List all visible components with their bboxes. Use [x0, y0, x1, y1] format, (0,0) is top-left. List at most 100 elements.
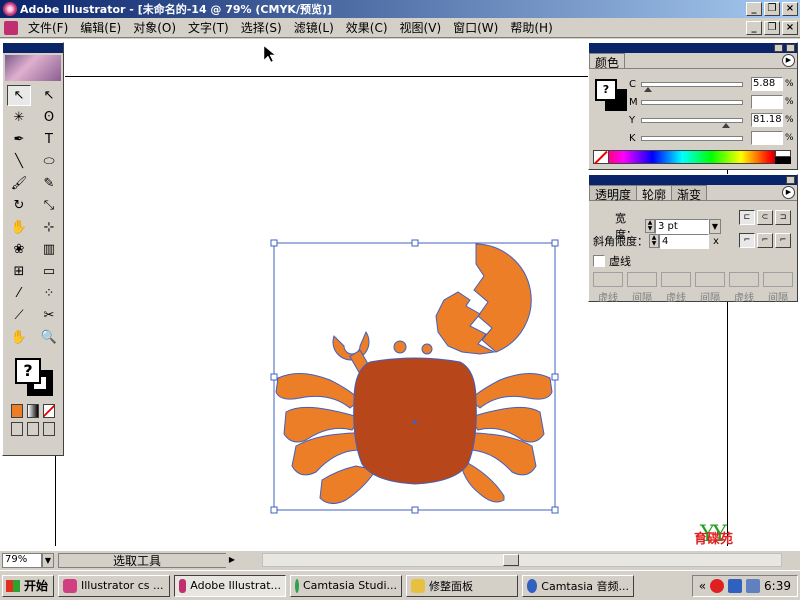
- column-graph-tool[interactable]: ▥: [37, 239, 61, 260]
- gradient-tool[interactable]: ▭: [37, 261, 61, 282]
- slice-tool[interactable]: ⟋: [7, 305, 31, 326]
- panel-menu-icon[interactable]: ▶: [782, 54, 795, 67]
- standard-screen-mode-button[interactable]: [11, 422, 23, 436]
- channel-y-value[interactable]: 81.18: [751, 113, 783, 127]
- record-icon[interactable]: [710, 578, 725, 593]
- leg-left-4: [319, 465, 377, 504]
- stroke-weight-dropdown[interactable]: ▼: [709, 218, 721, 234]
- tab-gradient[interactable]: 渐变: [671, 185, 708, 202]
- color-mode-button[interactable]: [11, 404, 23, 418]
- blend-tool[interactable]: ⁘: [37, 283, 61, 304]
- hand-tool[interactable]: ✋: [7, 327, 31, 348]
- monitor-icon[interactable]: [746, 578, 761, 593]
- stroke-panel-menu-icon[interactable]: ▶: [782, 186, 795, 199]
- scale-tool[interactable]: ⤡: [37, 195, 61, 216]
- bevel-join-button[interactable]: ⌐: [775, 233, 791, 248]
- channel-k-slider[interactable]: [641, 135, 743, 141]
- channel-c-value[interactable]: 5.88: [751, 77, 783, 91]
- toolbox-title-bar[interactable]: [3, 43, 63, 53]
- channel-m-slider[interactable]: [641, 99, 743, 105]
- stroke-panel-title-bar[interactable]: [589, 175, 797, 185]
- fill-swatch[interactable]: ?: [15, 358, 41, 384]
- paintbrush-tool[interactable]: 🖌: [7, 173, 31, 194]
- leg-right-1: [469, 373, 553, 409]
- gap-2-label: 间隔: [700, 293, 720, 304]
- stroke-weight-input[interactable]: 3 pt: [655, 218, 709, 234]
- ellipse-tool[interactable]: ⬭: [37, 151, 61, 172]
- taskbar-button-camtasia-studio[interactable]: Camtasia Studi...: [290, 574, 402, 597]
- pen-tool[interactable]: ✒: [7, 129, 31, 150]
- butt-cap-button[interactable]: ⊏: [739, 210, 755, 225]
- clock[interactable]: 6:39: [764, 579, 791, 593]
- taskbar-button-adobe-illustrator[interactable]: Adobe Illustrat...: [174, 574, 286, 597]
- zoom-tool[interactable]: 🔍: [37, 327, 61, 348]
- type-tool[interactable]: T: [37, 129, 61, 150]
- channel-m-value[interactable]: [751, 95, 783, 109]
- color-panel-title-bar[interactable]: [589, 43, 797, 53]
- projecting-cap-button[interactable]: ⊐: [775, 210, 791, 225]
- gap-2-input[interactable]: [695, 272, 725, 287]
- folder-icon: [63, 578, 77, 593]
- panel-minimize-button[interactable]: [774, 44, 783, 52]
- stroke-panel-close-button[interactable]: [786, 176, 795, 184]
- panel-close-button[interactable]: [786, 44, 795, 52]
- full-screen-mode-button[interactable]: [43, 422, 55, 436]
- start-button[interactable]: 开始: [2, 574, 54, 597]
- round-cap-button[interactable]: ⊂: [757, 210, 773, 225]
- cap-buttons: ⊏ ⊂ ⊐: [739, 210, 791, 225]
- channel-k-value[interactable]: [751, 131, 783, 145]
- white-color-swatch[interactable]: [775, 150, 791, 157]
- full-screen-menu-mode-button[interactable]: [27, 422, 39, 436]
- black-color-swatch[interactable]: [775, 157, 791, 164]
- zoom-field[interactable]: 79%: [2, 552, 42, 568]
- lasso-tool[interactable]: ʘ: [37, 107, 61, 128]
- none-color-swatch[interactable]: [593, 150, 609, 164]
- rotate-tool[interactable]: ↻: [7, 195, 31, 216]
- gradient-mode-button[interactable]: [27, 404, 39, 418]
- tab-color[interactable]: 颜色: [589, 53, 626, 70]
- zoom-dropdown[interactable]: ▼: [42, 552, 54, 568]
- free-transform-tool[interactable]: ⊹: [37, 217, 61, 238]
- taskbar-button-trim-panel[interactable]: 修整面板: [406, 574, 518, 597]
- magic-wand-tool[interactable]: ✳: [7, 107, 31, 128]
- dash-3-input[interactable]: [729, 272, 759, 287]
- color-fill-swatch[interactable]: ?: [595, 79, 617, 101]
- channel-y-knob[interactable]: [722, 122, 730, 128]
- none-mode-button[interactable]: [43, 404, 55, 418]
- gap-3-input[interactable]: [763, 272, 793, 287]
- color-spectrum-bar[interactable]: [593, 150, 791, 164]
- dash-1-input[interactable]: [593, 272, 623, 287]
- channel-m-label: M: [629, 96, 638, 108]
- taskbar-button-illustrator-cs[interactable]: Illustrator cs ...: [58, 574, 170, 597]
- pencil-tool[interactable]: ✎: [37, 173, 61, 194]
- gap-1-input[interactable]: [627, 272, 657, 287]
- selection-tool[interactable]: ↖: [7, 85, 31, 106]
- status-tool-display[interactable]: 选取工具: [58, 552, 236, 568]
- miter-join-button[interactable]: ⌐: [739, 233, 755, 248]
- miter-limit-stepper[interactable]: ▲ ▼: [649, 234, 659, 248]
- network-icon[interactable]: [728, 578, 743, 593]
- horizontal-scrollbar[interactable]: [262, 553, 782, 567]
- round-join-button[interactable]: ⌐: [757, 233, 773, 248]
- channel-y-slider[interactable]: [641, 117, 743, 128]
- stroke-weight-stepper[interactable]: ▲ ▼: [645, 219, 655, 233]
- scissors-tool[interactable]: ✂: [37, 305, 61, 326]
- channel-c-knob[interactable]: [644, 86, 652, 92]
- mesh-tool[interactable]: ⊞: [7, 261, 31, 282]
- status-menu-arrow[interactable]: ▶: [226, 553, 238, 568]
- channel-c-slider[interactable]: [641, 81, 743, 92]
- tray-expand-icon[interactable]: «: [699, 579, 706, 593]
- eyedropper-tool[interactable]: ⁄: [7, 283, 31, 304]
- warp-tool[interactable]: ✋: [7, 217, 31, 238]
- miter-limit-input[interactable]: 4: [659, 233, 709, 249]
- dash-2-input[interactable]: [661, 272, 691, 287]
- taskbar-button-camtasia-audio[interactable]: Camtasia 音频...: [522, 574, 634, 597]
- line-tool[interactable]: ╲: [7, 151, 31, 172]
- tab-stroke[interactable]: 轮廓: [636, 185, 673, 202]
- dashed-line-checkbox[interactable]: [593, 255, 605, 267]
- illustrator-logo[interactable]: [5, 55, 61, 81]
- horizontal-scroll-thumb[interactable]: [503, 554, 519, 566]
- tab-transparency[interactable]: 透明度: [589, 185, 638, 202]
- symbol-sprayer-tool[interactable]: ❀: [7, 239, 31, 260]
- direct-selection-tool[interactable]: ↖: [37, 85, 61, 106]
